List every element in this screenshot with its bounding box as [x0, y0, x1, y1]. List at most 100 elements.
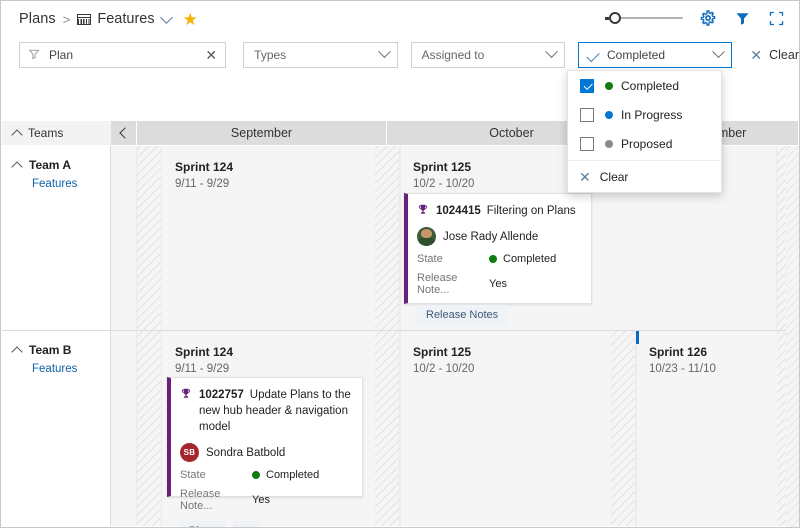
field-value: Completed [489, 253, 556, 265]
zoom-slider[interactable] [605, 10, 683, 26]
header-controls [605, 9, 785, 27]
timeline-prev-button[interactable] [111, 121, 136, 145]
dropdown-option-in-progress[interactable]: In Progress [568, 100, 721, 129]
card-field-release-note: Release Note... Yes [408, 272, 591, 296]
chevron-up-icon[interactable] [11, 128, 23, 141]
card-tags: Release Notes [408, 296, 591, 326]
dropdown-option-completed[interactable]: Completed [568, 71, 721, 100]
sprint-dates: 9/11 - 9/29 [175, 363, 230, 375]
avatar: SB [180, 443, 199, 462]
sprint-title: Sprint 124 [175, 345, 234, 359]
state-filter-select[interactable]: Completed [578, 42, 733, 68]
team-b-cell: Team B Features [2, 331, 111, 526]
gear-icon[interactable] [699, 9, 717, 27]
field-value-text: Completed [266, 469, 320, 481]
checkbox-icon[interactable] [580, 107, 594, 122]
team-b-name-row[interactable]: Team B [11, 343, 110, 358]
chevron-left-icon [119, 127, 131, 139]
card-title: Filtering on Plans [486, 205, 576, 217]
types-filter-select[interactable]: Types [243, 42, 398, 68]
team-name-label: Team B [29, 343, 72, 357]
work-item-card[interactable]: 1022757 Update Plans to the new hub heade… [167, 377, 363, 527]
card-id: 1024415 [436, 205, 481, 217]
expand-icon[interactable] [767, 9, 785, 27]
month-header-september: September [136, 121, 386, 145]
hatched-gap [375, 146, 400, 330]
check-icon [586, 48, 600, 62]
sprint-cell: Sprint 125 10/2 - 10/20 [401, 331, 637, 526]
teams-header-label: Teams [28, 126, 64, 140]
dropdown-option-label: In Progress [621, 107, 683, 122]
field-label: State [417, 253, 443, 265]
sprint-title: Sprint 125 [413, 345, 472, 359]
team-a-backlog-link[interactable]: Features [32, 178, 110, 190]
card-tags: Plans … [171, 512, 362, 527]
work-item-card[interactable]: 1024415 Filtering on Plans Jose Rady Alle… [404, 193, 592, 326]
status-dot-completed [605, 81, 613, 90]
assigned-to-filter-value: Assigned to [421, 48, 485, 62]
sprint-cell: Sprint 126 10/23 - 11/10 [637, 331, 778, 526]
star-icon[interactable]: ★ [183, 11, 198, 28]
dropdown-clear-button[interactable]: ✕ Clear [568, 161, 721, 192]
filter-bar: Plan ✕ Types Assigned to Completed ✕ Cle… [1, 37, 799, 73]
status-dot-completed [489, 255, 497, 263]
close-icon: ✕ [579, 168, 591, 185]
clear-filters-label: Clear [769, 48, 799, 62]
field-value-text: Completed [503, 253, 557, 265]
assigned-to-filter-select[interactable]: Assigned to [410, 42, 565, 68]
breadcrumb-current-label: Features [97, 11, 155, 27]
tag[interactable]: Release Notes [417, 305, 508, 326]
lane-gutter [111, 146, 137, 330]
team-b-backlog-link[interactable]: Features [32, 363, 110, 375]
funnel-icon[interactable] [733, 9, 751, 27]
lane-gutter [111, 331, 137, 526]
field-label: Release Note... [180, 488, 221, 512]
types-filter-value: Types [254, 48, 287, 62]
breadcrumb-separator: > [62, 11, 71, 27]
card-header: 1024415 Filtering on Plans [408, 194, 591, 219]
field-value: Completed [252, 469, 319, 481]
plan-filter-input[interactable]: Plan ✕ [19, 42, 227, 68]
hatched-gap [375, 331, 400, 526]
state-filter-dropdown: Completed In Progress Proposed ✕ Clear [567, 70, 722, 193]
chevron-down-icon[interactable] [712, 45, 726, 62]
field-label: State [180, 469, 206, 481]
card-field-release-note: Release Note... Yes [171, 488, 362, 512]
card-assignee: SB Sondra Batbold [171, 435, 362, 462]
trophy-icon [417, 204, 429, 219]
chevron-down-icon[interactable] [545, 45, 558, 62]
close-icon[interactable]: ✕ [205, 48, 217, 62]
plans-feature-timeline-window: Plans > Features ★ Plan ✕ Types Assigned… [0, 0, 800, 528]
status-dot-completed [252, 471, 260, 479]
assignee-name: Sondra Batbold [206, 446, 286, 459]
assignee-name: Jose Rady Allende [443, 230, 539, 243]
breadcrumb-root-link[interactable]: Plans [19, 11, 56, 27]
chevron-up-icon[interactable] [11, 345, 23, 358]
card-header: 1022757 Update Plans to the new hub heade… [171, 378, 362, 435]
field-label: Release Note... [417, 272, 458, 296]
sprint-dates: 9/11 - 9/29 [175, 178, 230, 190]
chevron-down-icon[interactable] [377, 45, 391, 62]
status-dot-in-progress [605, 110, 613, 119]
checkbox-checked-icon[interactable] [580, 78, 594, 93]
grid-icon [77, 13, 92, 25]
tag[interactable]: Plans [180, 521, 226, 527]
teams-column-header[interactable]: Teams [2, 121, 111, 145]
dropdown-option-proposed[interactable]: Proposed [568, 129, 721, 158]
zoom-slider-handle[interactable] [609, 12, 621, 24]
timeline-body: Team A Features Sprint 124 9/11 - 9/29 S… [2, 146, 798, 527]
chevron-up-icon[interactable] [11, 160, 23, 173]
tag-overflow[interactable]: … [232, 521, 260, 527]
checkbox-icon[interactable] [580, 136, 594, 151]
team-a-name-row[interactable]: Team A [11, 158, 110, 173]
avatar [417, 227, 436, 246]
sprint-title: Sprint 124 [175, 160, 234, 174]
right-edge-hatch [786, 146, 799, 527]
status-dot-proposed [605, 139, 613, 148]
card-field-state: State Completed [171, 469, 362, 481]
chevron-down-icon[interactable] [159, 11, 173, 24]
card-assignee: Jose Rady Allende [408, 219, 591, 246]
clear-filters-button[interactable]: ✕ Clear [750, 48, 799, 62]
team-name-label: Team A [29, 158, 72, 172]
sprint-title: Sprint 126 [649, 345, 708, 359]
